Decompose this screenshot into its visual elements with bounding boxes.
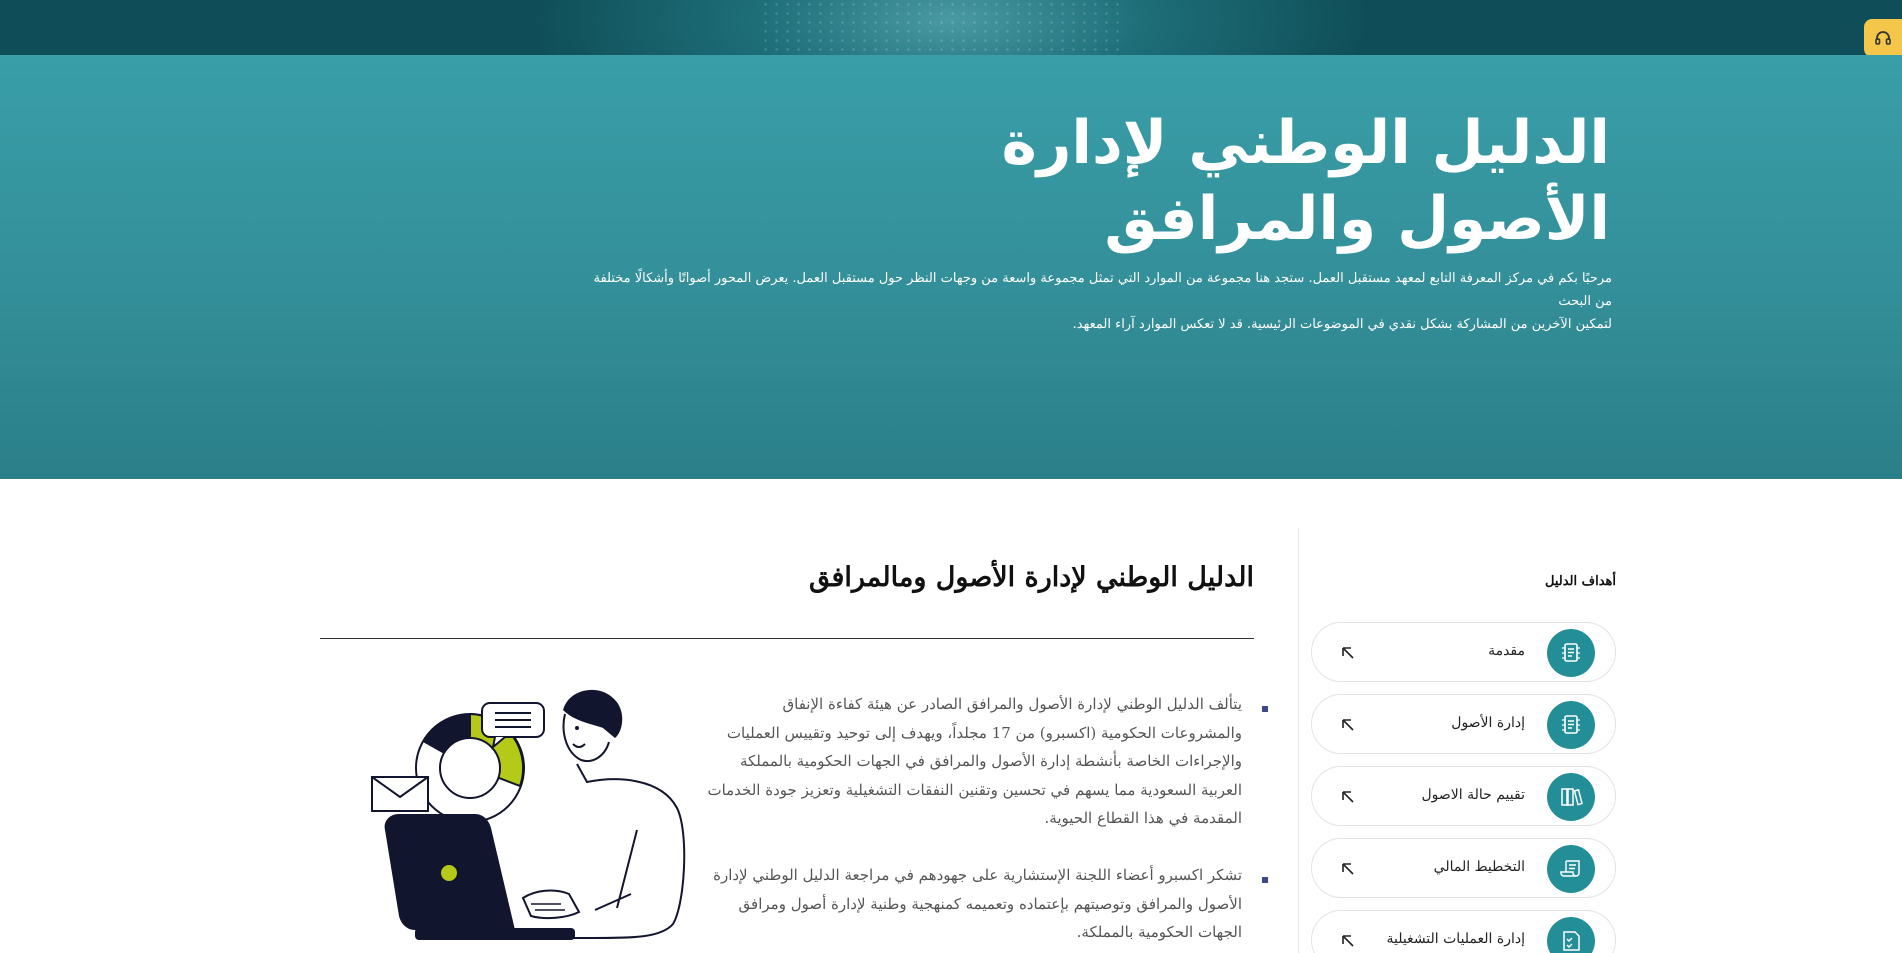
sidebar-item-label: إدارة الأصول xyxy=(1451,715,1525,731)
checklist-icon xyxy=(1547,917,1595,953)
bullet-marker xyxy=(1262,706,1268,712)
sidebar-item-financial-planning[interactable]: التخطيط المالي xyxy=(1311,838,1616,898)
sidebar-item-label: التخطيط المالي xyxy=(1433,859,1525,875)
sidebar-item-asset-management[interactable]: إدارة الأصول xyxy=(1311,694,1616,754)
hero-title: الدليل الوطني لإدارة الأصول والمرافق xyxy=(910,105,1610,257)
sidebar-item-intro[interactable]: مقدمة xyxy=(1311,622,1616,682)
document-icon xyxy=(1547,701,1595,749)
section-divider xyxy=(320,638,1254,639)
hero-description: مرحبًا بكم في مركز المعرفة التابع لمعهد … xyxy=(592,267,1612,336)
guide-goals-sidebar: أهداف الدليل مقدمة إدارة الأصول تقييم حا… xyxy=(1298,528,1616,953)
intro-paragraph: يتألف الدليل الوطني لإدارة الأصول والمرا… xyxy=(707,695,1242,827)
arrow-up-left-icon xyxy=(1342,791,1354,803)
hero-title-line1: الدليل الوطني لإدارة xyxy=(1001,108,1610,178)
headset-icon xyxy=(1875,31,1891,45)
arrow-up-left-icon xyxy=(1342,935,1354,947)
top-banner xyxy=(0,0,1902,55)
person-with-laptop-illustration xyxy=(371,689,686,940)
arrow-up-left-icon xyxy=(1342,863,1354,875)
globe-texture xyxy=(760,0,1120,55)
sidebar-item-operations[interactable]: إدارة العمليات التشغيلية xyxy=(1311,910,1616,953)
hero-description-line1: مرحبًا بكم في مركز المعرفة التابع لمعهد … xyxy=(593,271,1612,309)
arrow-up-left-icon xyxy=(1342,719,1354,731)
scroll-icon xyxy=(1547,845,1595,893)
hero-description-line2: لتمكين الآخرين من المشاركة بشكل نقدي في … xyxy=(1072,317,1612,332)
hero-title-line2: الأصول والمرافق xyxy=(1104,184,1610,254)
main-section-title: الدليل الوطني لإدارة الأصول ومالمرافق xyxy=(808,562,1254,593)
document-icon xyxy=(1547,629,1595,677)
sidebar-item-label: تقييم حالة الاصول xyxy=(1421,787,1525,803)
hero-section: الدليل الوطني لإدارة الأصول والمرافق مرح… xyxy=(0,55,1902,479)
support-button[interactable] xyxy=(1864,19,1902,57)
sidebar-item-asset-condition[interactable]: تقييم حالة الاصول xyxy=(1311,766,1616,826)
bullet-marker xyxy=(1262,877,1268,883)
acknowledgement-paragraph: تشكر اكسبرو أعضاء اللجنة الإستشارية على … xyxy=(713,866,1242,941)
arrow-up-left-icon xyxy=(1342,647,1354,659)
sidebar-item-label: مقدمة xyxy=(1488,643,1525,659)
sidebar-heading: أهداف الدليل xyxy=(1544,574,1616,589)
books-icon xyxy=(1547,773,1595,821)
sidebar-item-label: إدارة العمليات التشغيلية xyxy=(1386,931,1525,947)
